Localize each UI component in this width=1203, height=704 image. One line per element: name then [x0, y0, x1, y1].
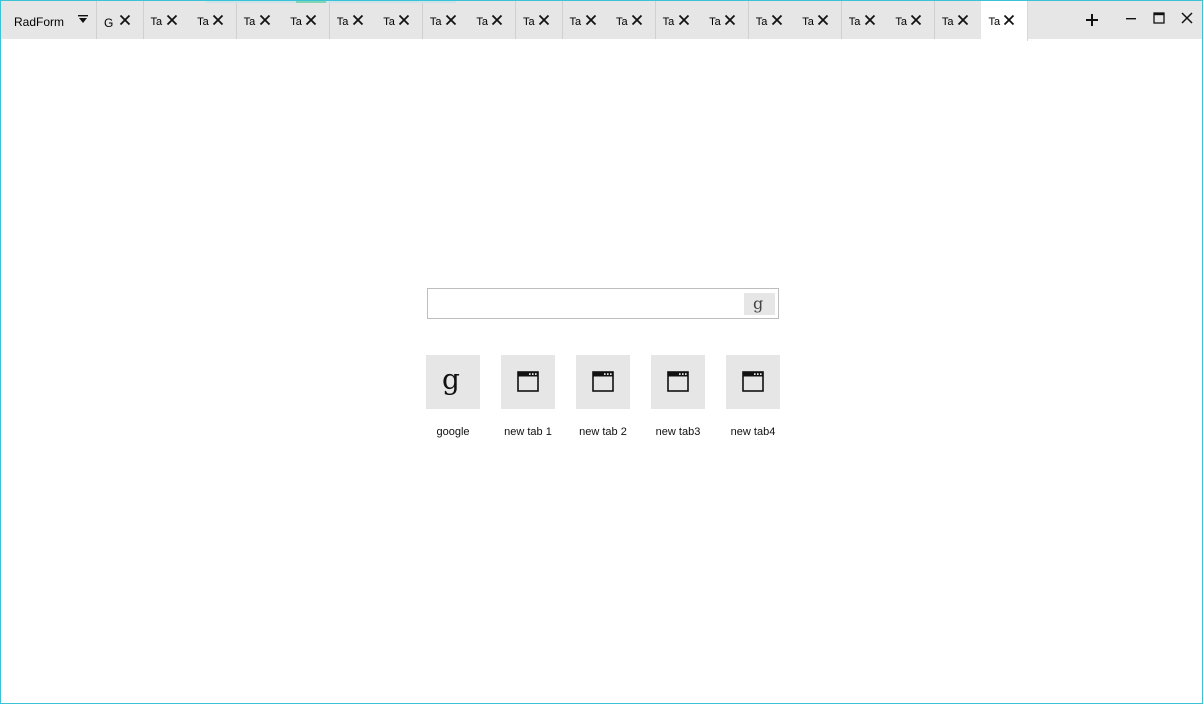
tab-close-icon[interactable] [771, 14, 783, 26]
tab-label: Ta [383, 16, 395, 28]
tab-close-icon[interactable] [864, 14, 876, 26]
tab-5[interactable]: Ta [283, 1, 331, 39]
dropdown-arrow-icon[interactable] [77, 14, 89, 26]
tab-20[interactable]: Ta [981, 1, 1029, 41]
tab-17[interactable]: Ta [841, 1, 889, 39]
shortcut-label: new tab4 [730, 426, 776, 438]
tab-label: Ta [569, 16, 582, 28]
tab-label: G [104, 16, 114, 30]
tab-label: Ta [476, 16, 489, 28]
tab-label: Ta [941, 16, 954, 28]
tab-close-icon[interactable] [817, 14, 829, 26]
tab-label: Ta [336, 16, 349, 28]
tab-label: Ta [150, 16, 163, 28]
window-icon [742, 371, 764, 392]
tab-close-icon[interactable] [1003, 14, 1015, 26]
drag-indicator-highlight [296, 1, 326, 3]
tab-close-icon[interactable] [491, 14, 503, 26]
search-button[interactable]: g [744, 293, 775, 315]
tab-close-icon[interactable] [259, 14, 271, 26]
tab-14[interactable]: Ta [702, 1, 750, 39]
shortcut-1[interactable]: g google [426, 355, 480, 445]
tab-close-icon[interactable] [678, 14, 690, 26]
tab-10[interactable]: Ta [515, 1, 563, 39]
shortcut-4[interactable]: new tab3 [651, 355, 705, 445]
tab-15[interactable]: Ta [748, 1, 796, 39]
tab-label: Ta [662, 16, 675, 28]
tab-close-icon[interactable] [398, 14, 410, 26]
tab-4[interactable]: Ta [236, 1, 284, 39]
google-g-icon: g [442, 363, 460, 396]
shortcut-tile[interactable] [726, 355, 780, 409]
window-icon [517, 371, 539, 392]
tab-close-icon[interactable] [212, 14, 224, 26]
tab-label: Ta [709, 16, 721, 28]
tab-label: Ta [429, 16, 442, 28]
tab-3[interactable]: Ta [190, 1, 238, 39]
tab-close-icon[interactable] [724, 14, 736, 26]
app-title-area[interactable]: RadForm [1, 1, 97, 39]
tab-close-icon[interactable] [119, 14, 131, 26]
tab-label: Ta [616, 16, 628, 28]
tab-label: Ta [802, 16, 814, 28]
search-box: g [427, 288, 779, 319]
tab-close-icon[interactable] [352, 14, 364, 26]
tab-13[interactable]: Ta [655, 1, 703, 39]
tab-close-icon[interactable] [585, 14, 597, 26]
shortcut-5[interactable]: new tab4 [726, 355, 780, 445]
tab-11[interactable]: Ta [562, 1, 610, 39]
tab-label: Ta [522, 16, 535, 28]
tab-close-icon[interactable] [166, 14, 178, 26]
maximize-icon[interactable] [1152, 11, 1166, 25]
shortcut-tile[interactable]: g [426, 355, 480, 409]
tab-label: Ta [895, 16, 907, 28]
tab-close-icon[interactable] [631, 14, 643, 26]
shortcut-3[interactable]: new tab 2 [576, 355, 630, 445]
search-input[interactable] [432, 292, 736, 316]
minimize-icon[interactable] [1124, 11, 1138, 25]
tab-19[interactable]: Ta [934, 1, 982, 39]
tab-7[interactable]: Ta [376, 1, 424, 39]
shortcut-tile[interactable] [501, 355, 555, 409]
tab-close-icon[interactable] [305, 14, 317, 26]
tab-close-icon[interactable] [910, 14, 922, 26]
tab-close-icon[interactable] [957, 14, 969, 26]
tab-label: Ta [243, 16, 256, 28]
tab-close-icon[interactable] [445, 14, 457, 26]
tab-9[interactable]: Ta [469, 1, 517, 39]
tab-close-icon[interactable] [538, 14, 550, 26]
tab-2[interactable]: Ta [143, 1, 191, 39]
tab-18[interactable]: Ta [888, 1, 936, 39]
app-title: RadForm [14, 15, 65, 29]
google-g-icon: g [753, 294, 764, 313]
window-icon [667, 371, 689, 392]
tab-label: Ta [755, 16, 768, 28]
tab-6[interactable]: Ta [329, 1, 377, 39]
tab-12[interactable]: Ta [609, 1, 657, 39]
drag-indicator-tail [326, 1, 456, 3]
shortcut-tile[interactable] [576, 355, 630, 409]
tab-label: Ta [988, 16, 1001, 28]
new-tab-plus-icon[interactable] [1085, 13, 1099, 27]
tab-label: Ta [290, 16, 302, 28]
title-bar[interactable]: RadForm G Ta Ta Ta Ta Ta Ta Ta Ta Ta Ta Ta Ta Ta Ta Ta T… [1, 1, 1202, 41]
tab-16[interactable]: Ta [795, 1, 843, 39]
browser-window: RadForm G Ta Ta Ta Ta Ta Ta Ta Ta Ta Ta Ta Ta Ta Ta Ta T… [0, 0, 1203, 704]
close-window-icon[interactable] [1180, 11, 1194, 25]
window-icon [592, 371, 614, 392]
tab-8[interactable]: Ta [422, 1, 470, 39]
shortcut-tile[interactable] [651, 355, 705, 409]
shortcut-2[interactable]: new tab 1 [501, 355, 555, 445]
tab-1[interactable]: G [97, 1, 144, 39]
tab-label: Ta [197, 16, 209, 28]
tab-label: Ta [848, 16, 861, 28]
drag-indicator [206, 1, 296, 3]
